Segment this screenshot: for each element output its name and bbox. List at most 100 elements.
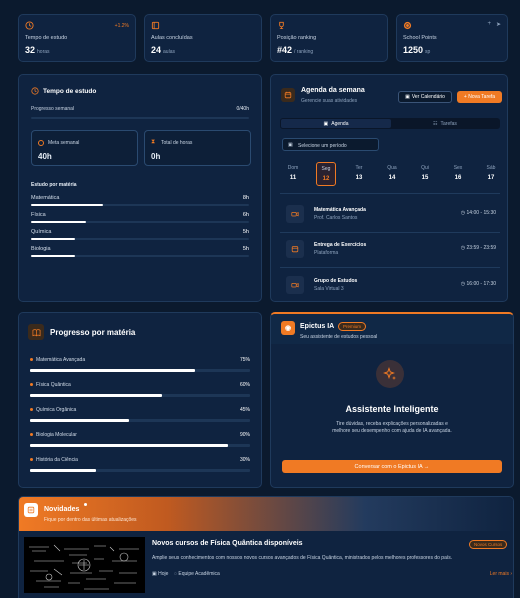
panel-title: Tempo de estudo	[43, 87, 97, 95]
clock-icon	[31, 87, 39, 95]
news-item-date: ▣ Hoje	[152, 571, 169, 577]
event-time: ◷ 16:00 - 17:30	[460, 281, 496, 287]
total-label: Total de horas	[161, 140, 193, 146]
event-time: ◷ 23:59 - 23:59	[460, 245, 496, 251]
day-column[interactable]: Sex 16	[449, 165, 467, 181]
user-icon: ◌	[174, 571, 177, 577]
ai-heading: Assistente Inteligente	[345, 404, 439, 414]
subject-row: Matemática 8h	[31, 195, 249, 206]
agenda-title: Agenda da semana	[301, 87, 365, 94]
event-item[interactable]: Entrega de Exercícios Plataforma ◷ 23:59 …	[286, 238, 496, 260]
subject-row: Química 5h	[31, 229, 249, 240]
notification-dot	[84, 503, 87, 506]
tab-tasks[interactable]: ☷ Tarefas	[391, 119, 499, 128]
stat-delta: +1.2%	[114, 23, 129, 29]
study-time-panel: Tempo de estudo Progresso semanal 0/40h …	[18, 74, 262, 302]
weekly-progress-bar	[31, 117, 249, 119]
news-item-badge: Novos Cursos	[469, 540, 508, 549]
trophy-icon	[277, 21, 286, 30]
premium-badge: Premium	[338, 322, 367, 331]
stat-value: 32 horas	[25, 45, 50, 55]
ai-title: Epictus IA	[300, 323, 335, 330]
news-title: Novidades	[44, 506, 80, 513]
period-placeholder: Selecione um período	[298, 143, 347, 149]
video-icon	[286, 276, 304, 294]
day-column[interactable]: Qua 14	[383, 165, 401, 181]
weekly-progress-value: 0/40h	[236, 106, 249, 112]
news-item-author: ◌ Equipe Acadêmica	[174, 571, 220, 577]
coin-icon	[403, 21, 412, 30]
stat-value: 1250 sp	[403, 45, 431, 55]
stat-value: 24 aulas	[151, 45, 175, 55]
progress-row: Matemática Avançada 75%	[30, 357, 250, 372]
target-icon	[38, 140, 44, 146]
calendar-icon: ▣	[405, 94, 410, 100]
calendar-icon: ▣	[152, 571, 157, 577]
news-icon	[24, 503, 38, 517]
news-subtitle: Fique por dentro das últimas atualizaçõe…	[44, 517, 137, 523]
period-selector[interactable]: ▣ Selecione um período	[282, 138, 379, 151]
progress-row: Física Quântica 60%	[30, 382, 250, 397]
stat-label: Aulas concluídas	[151, 35, 193, 41]
stat-card-study-time: +1.2% Tempo de estudo 32 horas	[18, 14, 136, 62]
stat-label: School Points	[403, 35, 437, 41]
progress-row: História da Ciência 30%	[30, 457, 250, 472]
progress-row: Química Orgânica 45%	[30, 407, 250, 422]
weekly-progress-label: Progresso semanal	[31, 106, 75, 112]
goal-box: Meta semanal 40h	[31, 130, 138, 166]
news-item-title[interactable]: Novos cursos de Física Quântica disponív…	[152, 540, 303, 547]
news-thumbnail[interactable]	[24, 537, 145, 593]
total-box: ⧗ Total de horas 0h	[144, 130, 251, 166]
calendar-icon: ▣	[288, 142, 293, 148]
stat-value: #42/ ranking	[277, 45, 314, 55]
stat-card-lessons: Aulas concluídas 24 aulas	[144, 14, 262, 62]
tab-agenda[interactable]: ▣ Agenda	[281, 119, 391, 128]
agenda-subtitle: Gerencie suas atividades	[301, 98, 358, 104]
progress-row: Biologia Molecular 90%	[30, 432, 250, 447]
stat-card-ranking: Posição ranking #42/ ranking	[270, 14, 388, 62]
ai-subtitle: Seu assistente de estudos pessoal	[300, 334, 378, 340]
calendar-icon	[286, 240, 304, 258]
checklist-icon: ☷	[433, 120, 438, 127]
divider	[280, 232, 500, 233]
goal-value: 40h	[38, 152, 52, 161]
calendar-icon	[281, 88, 295, 102]
hourglass-icon: ⧗	[151, 139, 156, 145]
book-icon	[28, 324, 44, 340]
calendar-icon: ▣	[323, 120, 329, 127]
ai-description: Tire dúvidas, receba explicações persona…	[332, 421, 452, 434]
day-column[interactable]: Qui 15	[416, 165, 434, 181]
event-item[interactable]: Grupo de Estudos Sala Virtual 3 ◷ 16:00 -…	[286, 274, 496, 296]
event-item[interactable]: Matemática Avançada Prof. Carlos Santos ◷…	[286, 203, 496, 225]
clock-icon	[25, 21, 34, 30]
agenda-tabs: ▣ Agenda ☷ Tarefas	[280, 118, 500, 129]
sparkle-icon: +	[487, 21, 491, 27]
book-icon	[151, 21, 160, 30]
divider	[280, 193, 500, 194]
subject-row: Física 6h	[31, 212, 249, 223]
stat-card-points: + ➤ School Points 1250 sp	[396, 14, 508, 62]
day-column[interactable]: Sáb 17	[482, 165, 500, 181]
read-more-link[interactable]: Ler mais ›	[490, 571, 512, 577]
send-icon[interactable]: ➤	[496, 21, 501, 28]
news-item-text: Amplie seus conhecimentos com nossos nov…	[152, 555, 453, 561]
ai-logo-icon: ◉	[281, 321, 295, 335]
day-column[interactable]: Dom 11	[284, 165, 302, 181]
goal-label: Meta semanal	[48, 140, 80, 146]
video-icon	[286, 205, 304, 223]
event-time: ◷ 14:00 - 15:30	[460, 210, 496, 216]
by-subject-label: Estudo por matéria	[31, 182, 77, 188]
chat-ai-button[interactable]: Conversar com o Epictus IA →	[282, 460, 502, 473]
divider	[280, 267, 500, 268]
subject-row: Biologia 5h	[31, 246, 249, 257]
stat-label: Posição ranking	[277, 35, 317, 41]
stat-label: Tempo de estudo	[25, 35, 68, 41]
view-calendar-button[interactable]: ▣ Ver Calendário	[398, 91, 452, 103]
study-time-header: Tempo de estudo	[31, 87, 96, 95]
sparkles-icon	[376, 360, 404, 388]
day-column[interactable]: Ter 13	[350, 165, 368, 181]
progress-title: Progresso por matéria	[50, 328, 136, 337]
day-column-selected[interactable]: Seg 12	[316, 162, 336, 186]
new-task-button[interactable]: + Nova Tarefa	[457, 91, 502, 103]
total-value: 0h	[151, 152, 161, 161]
